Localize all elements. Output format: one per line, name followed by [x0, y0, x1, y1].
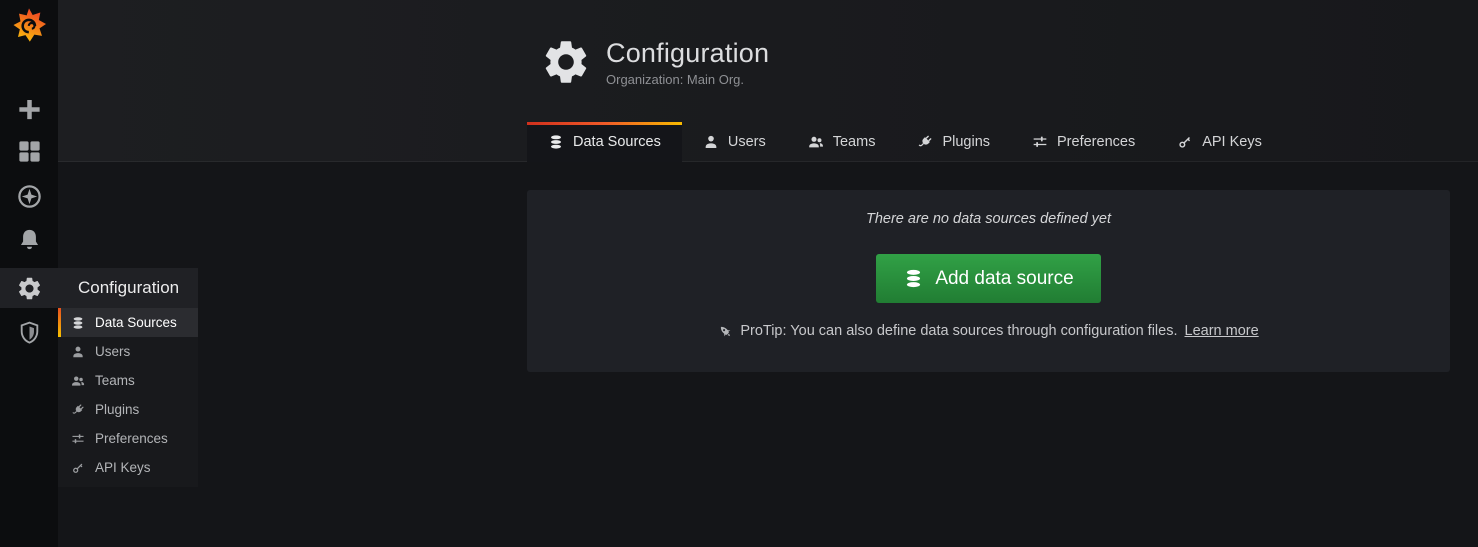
- menu-item-label: Plugins: [95, 402, 139, 417]
- page-subtitle: Organization: Main Org.: [606, 72, 769, 87]
- grafana-configuration-page: Configuration Organization: Main Org. Da…: [0, 0, 1478, 547]
- add-data-source-button[interactable]: Add data source: [876, 254, 1100, 303]
- configuration-flyout-menu: Configuration Data Sources Users Teams P…: [58, 268, 198, 487]
- sidebar-item-configuration[interactable]: [0, 268, 58, 308]
- protip-row: ProTip: You can also define data sources…: [718, 323, 1258, 339]
- menu-item-label: API Keys: [95, 460, 151, 475]
- key-icon: [71, 461, 85, 475]
- page-title: Configuration: [606, 38, 769, 69]
- menu-item-plugins[interactable]: Plugins: [58, 395, 198, 424]
- menu-item-label: Users: [95, 344, 130, 359]
- tab-label: API Keys: [1202, 134, 1262, 150]
- shield-icon: [17, 320, 42, 345]
- plus-icon: [16, 96, 43, 123]
- database-icon: [71, 316, 85, 330]
- menu-item-api-keys[interactable]: API Keys: [58, 453, 198, 482]
- side-menu: [0, 0, 58, 547]
- user-icon: [703, 134, 719, 150]
- user-icon: [71, 345, 85, 359]
- menu-item-teams[interactable]: Teams: [58, 366, 198, 395]
- tab-data-sources[interactable]: Data Sources: [527, 122, 682, 162]
- menu-item-label: Preferences: [95, 431, 168, 446]
- plug-icon: [917, 134, 933, 150]
- empty-state-message: There are no data sources defined yet: [866, 211, 1111, 227]
- tab-plugins[interactable]: Plugins: [896, 122, 1011, 162]
- menu-item-label: Data Sources: [95, 315, 177, 330]
- tab-label: Preferences: [1057, 134, 1135, 150]
- tab-users[interactable]: Users: [682, 122, 787, 162]
- explore-compass-icon: [16, 183, 43, 210]
- page-header: Configuration Organization: Main Org. Da…: [58, 0, 1478, 162]
- gear-icon: [16, 275, 43, 302]
- sidebar-item-explore[interactable]: [0, 176, 58, 216]
- empty-datasources-panel: There are no data sources defined yet Ad…: [527, 190, 1450, 372]
- flyout-menu-items: Data Sources Users Teams Plugins Prefere…: [58, 308, 198, 487]
- menu-item-users[interactable]: Users: [58, 337, 198, 366]
- alerting-bell-icon: [16, 227, 43, 254]
- protip-text: ProTip: You can also define data sources…: [740, 323, 1177, 339]
- sidebar-item-dashboards[interactable]: [0, 131, 58, 171]
- tab-bar: Data Sources Users Teams Plugins Prefere…: [527, 122, 1283, 162]
- database-icon: [548, 134, 564, 150]
- sliders-icon: [1032, 134, 1048, 150]
- flyout-menu-title: Configuration: [58, 268, 198, 308]
- users-icon: [71, 374, 85, 388]
- tab-preferences[interactable]: Preferences: [1011, 122, 1156, 162]
- grafana-logo[interactable]: [9, 5, 49, 45]
- users-icon: [808, 134, 824, 150]
- tab-label: Data Sources: [573, 134, 661, 150]
- tab-label: Teams: [833, 134, 876, 150]
- menu-item-data-sources[interactable]: Data Sources: [58, 308, 198, 337]
- gear-icon: [540, 36, 592, 88]
- tab-label: Plugins: [942, 134, 990, 150]
- sidebar-item-create[interactable]: [0, 89, 58, 129]
- rocket-icon: [718, 324, 733, 339]
- plug-icon: [71, 403, 85, 417]
- learn-more-link[interactable]: Learn more: [1185, 323, 1259, 339]
- menu-item-label: Teams: [95, 373, 135, 388]
- database-icon: [903, 268, 924, 289]
- page-header-content: Configuration Organization: Main Org.: [540, 36, 769, 88]
- tab-label: Users: [728, 134, 766, 150]
- sidebar-item-alerting[interactable]: [0, 220, 58, 260]
- tab-teams[interactable]: Teams: [787, 122, 897, 162]
- menu-item-preferences[interactable]: Preferences: [58, 424, 198, 453]
- add-data-source-label: Add data source: [935, 268, 1073, 290]
- tab-api-keys[interactable]: API Keys: [1156, 122, 1283, 162]
- key-icon: [1177, 134, 1193, 150]
- sidebar-item-server-admin[interactable]: [0, 312, 58, 352]
- dashboards-grid-icon: [16, 138, 43, 165]
- sliders-icon: [71, 432, 85, 446]
